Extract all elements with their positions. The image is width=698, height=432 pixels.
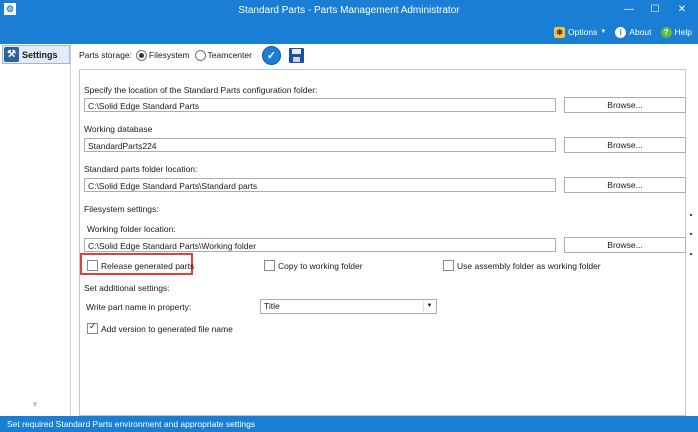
filesystem-settings-label: Filesystem settings:: [84, 204, 159, 214]
close-icon[interactable]: ✕: [674, 4, 690, 16]
help-icon: ?: [660, 26, 672, 38]
working-folder-browse-button[interactable]: Browse...: [564, 237, 686, 253]
copy-working-checkbox[interactable]: [264, 260, 275, 271]
apply-button[interactable]: ✓: [261, 45, 281, 65]
release-parts-option[interactable]: Release generated parts: [87, 260, 194, 271]
options-menu[interactable]: Options: [568, 27, 597, 37]
help-menu[interactable]: Help: [675, 27, 692, 37]
info-icon: i: [615, 26, 627, 38]
window-title: Standard Parts - Parts Management Admini…: [238, 5, 460, 16]
teamcenter-radio[interactable]: [194, 49, 206, 61]
release-parts-checkbox[interactable]: [87, 260, 98, 271]
resize-dot: [690, 214, 692, 216]
use-assembly-folder-option[interactable]: Use assembly folder as working folder: [443, 260, 601, 271]
about-menu[interactable]: About: [629, 27, 651, 37]
sidebar-item-settings[interactable]: ⚒ Settings: [2, 45, 70, 64]
config-folder-label: Specify the location of the Standard Par…: [84, 85, 318, 95]
settings-icon: ⚒: [4, 47, 19, 62]
parts-folder-field[interactable]: C:\Solid Edge Standard Parts\Standard pa…: [84, 178, 556, 192]
resize-dot: [690, 233, 692, 235]
additional-settings-label: Set additional settings:: [84, 283, 170, 293]
working-db-label: Working database: [84, 124, 153, 134]
config-folder-browse-button[interactable]: Browse...: [564, 97, 686, 113]
save-button[interactable]: [288, 47, 304, 63]
working-folder-label: Working folder location:: [87, 224, 176, 234]
resize-dot: [690, 253, 692, 255]
copy-working-label[interactable]: Copy to working folder: [278, 261, 363, 271]
add-version-option[interactable]: Add version to generated file name: [87, 321, 233, 334]
sidebar: ⚒ Settings ▼: [0, 44, 71, 416]
use-assembly-folder-label[interactable]: Use assembly folder as working folder: [457, 261, 601, 271]
status-bar: Set required Standard Parts environment …: [0, 416, 698, 432]
chevron-down-icon[interactable]: ▼: [423, 301, 435, 312]
use-assembly-folder-checkbox[interactable]: [443, 260, 454, 271]
add-version-label[interactable]: Add version to generated file name: [101, 324, 233, 334]
filesystem-radio-label[interactable]: Filesystem: [149, 50, 190, 60]
release-parts-label[interactable]: Release generated parts: [101, 261, 194, 271]
working-folder-field[interactable]: C:\Solid Edge Standard Parts\Working fol…: [84, 238, 556, 252]
sidebar-item-label: Settings: [22, 49, 58, 60]
add-version-checkbox[interactable]: [87, 321, 98, 334]
menu-bar: ✱ Options ▼ i About ? Help: [554, 25, 692, 39]
config-folder-field[interactable]: C:\Solid Edge Standard Parts: [84, 98, 556, 112]
chevron-down-icon[interactable]: ▼: [600, 29, 606, 35]
maximize-icon[interactable]: ☐: [647, 4, 663, 16]
minimize-icon[interactable]: —: [621, 4, 637, 16]
scroll-down-icon[interactable]: ▼: [31, 400, 39, 409]
copy-working-option[interactable]: Copy to working folder: [264, 260, 363, 271]
filesystem-radio[interactable]: [135, 49, 147, 61]
parts-folder-browse-button[interactable]: Browse...: [564, 177, 686, 193]
working-db-field[interactable]: StandardParts224: [84, 138, 556, 152]
write-part-name-label: Write part name in property:: [86, 302, 192, 312]
toolbar: Parts storage: Filesystem Teamcenter ✓: [71, 44, 698, 66]
working-db-browse-button[interactable]: Browse...: [564, 137, 686, 153]
write-part-name-select[interactable]: Title ▼: [260, 299, 437, 314]
storage-label: Parts storage:: [79, 50, 132, 60]
write-part-name-value: Title: [264, 301, 280, 311]
options-icon: ✱: [554, 26, 566, 38]
title-bar: ⚙ Standard Parts - Parts Management Admi…: [0, 0, 698, 44]
parts-folder-label: Standard parts folder location:: [84, 164, 198, 174]
teamcenter-radio-label[interactable]: Teamcenter: [208, 50, 252, 60]
